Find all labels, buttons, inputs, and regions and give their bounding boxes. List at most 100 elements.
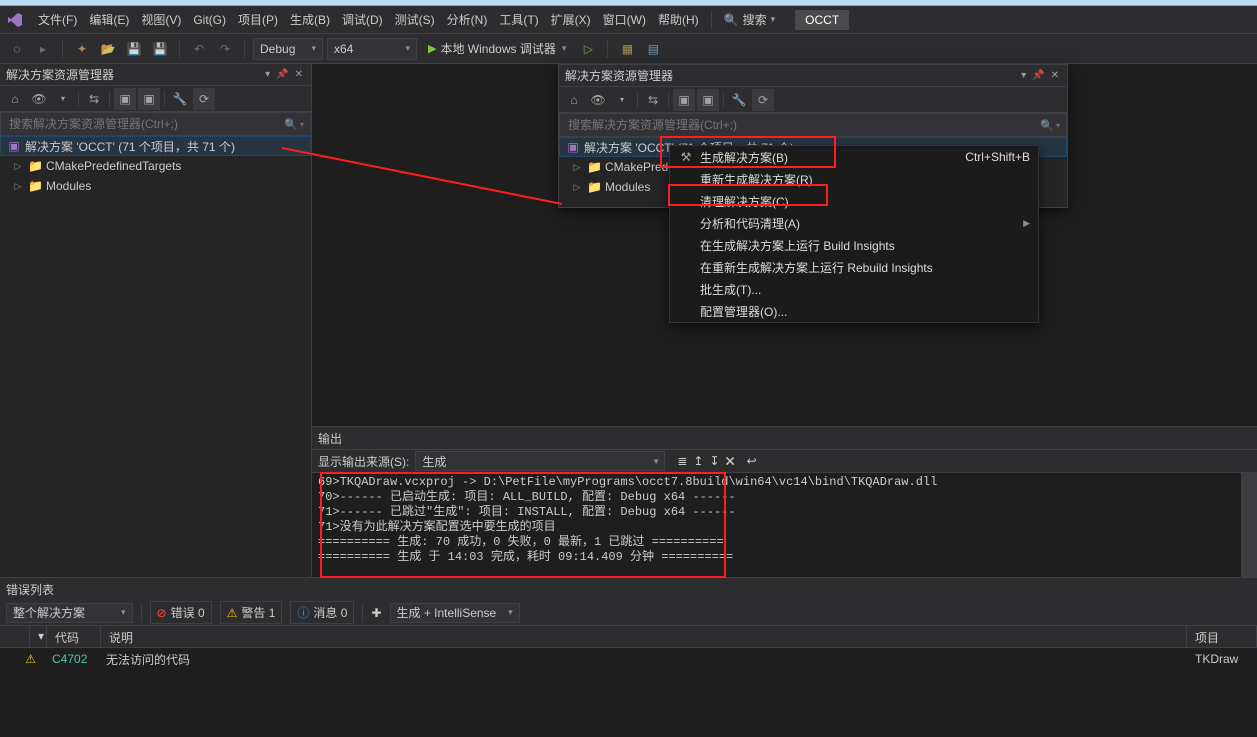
nav-back-button[interactable]: ◌ bbox=[6, 38, 28, 60]
panel-title-text: 解决方案资源管理器 bbox=[6, 66, 263, 83]
tool-button[interactable]: ▦ bbox=[616, 38, 638, 60]
start-nodebug-button[interactable]: ▷ bbox=[577, 38, 599, 60]
error-source-combo[interactable]: 生成 + IntelliSense▾ bbox=[390, 603, 520, 623]
menu-view[interactable]: 视图(V) bbox=[135, 7, 187, 32]
new-project-button[interactable]: ✦ bbox=[71, 38, 93, 60]
col-desc[interactable]: 说明 bbox=[101, 626, 1187, 647]
open-button[interactable]: 📂 bbox=[97, 38, 119, 60]
solution-search[interactable]: 🔍 ▾ bbox=[559, 113, 1067, 137]
error-row[interactable]: ⚠ C4702 无法访问的代码 TKDraw bbox=[0, 648, 1257, 670]
search-icon: 🔍 bbox=[284, 118, 298, 131]
menu-analyze[interactable]: 分析(N) bbox=[441, 7, 494, 32]
home-button[interactable]: ⌂ bbox=[4, 88, 26, 110]
output-text[interactable]: 69>TKQADraw.vcxproj -> D:\PetFile\myProg… bbox=[312, 473, 1241, 581]
ctx-config-manager[interactable]: 配置管理器(O)... bbox=[670, 300, 1038, 322]
menu-git[interactable]: Git(G) bbox=[187, 9, 232, 31]
output-goto-button[interactable]: ≣ bbox=[677, 454, 687, 468]
properties-button[interactable]: 🔧 bbox=[169, 88, 191, 110]
output-scrollbar[interactable] bbox=[1241, 473, 1257, 581]
solution-search[interactable]: 🔍 ▾ bbox=[0, 112, 311, 136]
platform-combo[interactable]: x64▾ bbox=[327, 38, 417, 60]
menu-project[interactable]: 项目(P) bbox=[232, 7, 284, 32]
solution-name-badge[interactable]: OCCT bbox=[795, 10, 849, 30]
properties-button[interactable]: 🔧 bbox=[728, 89, 750, 111]
output-prev-button[interactable]: ↥ bbox=[693, 454, 703, 468]
global-search[interactable]: 🔍 搜索 ▾ bbox=[718, 9, 786, 30]
menu-test[interactable]: 测试(S) bbox=[389, 7, 441, 32]
error-scope-value: 整个解决方案 bbox=[13, 604, 85, 621]
menu-help[interactable]: 帮助(H) bbox=[652, 7, 705, 32]
redo-button[interactable]: ↷ bbox=[214, 38, 236, 60]
menu-build[interactable]: 生成(B) bbox=[284, 7, 336, 32]
chevron-down-icon: ▾ bbox=[771, 14, 776, 25]
sync-button[interactable]: ⇆ bbox=[83, 88, 105, 110]
close-icon[interactable]: ✕ bbox=[1049, 68, 1061, 83]
menu-file[interactable]: 文件(F) bbox=[32, 7, 83, 32]
errors-filter-button[interactable]: ⊘错误 0 bbox=[150, 601, 212, 624]
error-code[interactable]: C4702 bbox=[44, 649, 98, 669]
menu-debug[interactable]: 调试(D) bbox=[336, 7, 389, 32]
pin-icon[interactable]: 📌 bbox=[1030, 68, 1046, 83]
ctx-rebuild-insights[interactable]: 在重新生成解决方案上运行 Rebuild Insights bbox=[670, 256, 1038, 278]
expand-icon[interactable]: ▷ bbox=[12, 161, 24, 172]
output-next-button[interactable]: ↧ bbox=[709, 454, 719, 468]
filter-button[interactable]: ✚ bbox=[371, 606, 381, 620]
solution-search-input[interactable] bbox=[566, 117, 1040, 133]
chevron-right-icon: ▶ bbox=[1023, 218, 1030, 229]
solution-root-node[interactable]: ▣ 解决方案 'OCCT' (71 个项目，共 71 个) bbox=[0, 136, 311, 156]
output-clear-button[interactable]: 🗙 bbox=[726, 451, 735, 472]
save-all-button[interactable]: 💾 bbox=[149, 38, 171, 60]
tree-node-label: Modules bbox=[605, 180, 650, 194]
expand-icon[interactable]: ▷ bbox=[571, 162, 583, 173]
show-all-button[interactable]: ▣ bbox=[673, 89, 695, 111]
output-source-combo[interactable]: 生成▾ bbox=[415, 451, 665, 471]
collapse-button[interactable]: ▣ bbox=[138, 88, 160, 110]
menu-edit[interactable]: 编辑(E) bbox=[83, 7, 135, 32]
messages-filter-button[interactable]: ⓘ消息 0 bbox=[290, 601, 354, 624]
config-combo[interactable]: Debug▾ bbox=[253, 38, 323, 60]
col-sort[interactable]: ▾ bbox=[30, 626, 47, 647]
dd-button[interactable]: ▾ bbox=[611, 89, 633, 111]
sync-button[interactable]: ⇆ bbox=[642, 89, 664, 111]
error-project: TKDraw bbox=[1187, 649, 1257, 669]
start-debug-button[interactable]: ▶本地 Windows 调试器▾ bbox=[421, 38, 573, 60]
switch-view-button[interactable]: 👁 bbox=[587, 89, 609, 111]
col-code[interactable]: 代码 bbox=[47, 626, 101, 647]
ctx-clean-solution[interactable]: 清理解决方案(C) bbox=[670, 190, 1038, 212]
tree-node-cmake[interactable]: ▷ 📁 CMakePredefinedTargets bbox=[0, 156, 311, 176]
collapse-button[interactable]: ▣ bbox=[697, 89, 719, 111]
warnings-filter-button[interactable]: ⚠警告 1 bbox=[220, 601, 283, 624]
pin-icon[interactable]: 📌 bbox=[274, 67, 290, 82]
preview-button[interactable]: ⟳ bbox=[752, 89, 774, 111]
ctx-build-insights[interactable]: 在生成解决方案上运行 Build Insights bbox=[670, 234, 1038, 256]
menu-separator bbox=[711, 11, 712, 29]
show-all-button[interactable]: ▣ bbox=[114, 88, 136, 110]
ctx-analyze[interactable]: 分析和代码清理(A)▶ bbox=[670, 212, 1038, 234]
tree-node-modules[interactable]: ▷ 📁 Modules bbox=[0, 176, 311, 196]
error-scope-combo[interactable]: 整个解决方案▾ bbox=[6, 603, 133, 623]
expand-icon[interactable]: ▷ bbox=[12, 181, 24, 192]
output-wrap-button[interactable]: ↩ bbox=[747, 454, 757, 468]
col-project[interactable]: 项目 bbox=[1187, 626, 1257, 647]
menu-window[interactable]: 窗口(W) bbox=[597, 7, 652, 32]
home-button[interactable]: ⌂ bbox=[563, 89, 585, 111]
menu-tools[interactable]: 工具(T) bbox=[493, 7, 544, 32]
preview-button[interactable]: ⟳ bbox=[193, 88, 215, 110]
close-icon[interactable]: ✕ bbox=[293, 67, 305, 82]
tool-button[interactable]: ▤ bbox=[642, 38, 664, 60]
expand-icon[interactable]: ▷ bbox=[571, 182, 583, 193]
undo-button[interactable]: ↶ bbox=[188, 38, 210, 60]
save-button[interactable]: 💾 bbox=[123, 38, 145, 60]
col-icon[interactable] bbox=[0, 626, 30, 647]
dd-button[interactable]: ▾ bbox=[52, 88, 74, 110]
nav-fwd-button[interactable]: ▸ bbox=[32, 38, 54, 60]
solution-search-input[interactable] bbox=[7, 116, 284, 132]
ctx-rebuild-solution[interactable]: 重新生成解决方案(R) bbox=[670, 168, 1038, 190]
ctx-build-solution[interactable]: ⚒生成解决方案(B) Ctrl+Shift+B bbox=[670, 146, 1038, 168]
menu-extensions[interactable]: 扩展(X) bbox=[545, 7, 597, 32]
switch-view-button[interactable]: 👁 bbox=[28, 88, 50, 110]
ctx-batch-build[interactable]: 批生成(T)... bbox=[670, 278, 1038, 300]
dropdown-icon[interactable]: ▾ bbox=[1019, 68, 1028, 83]
dropdown-icon[interactable]: ▾ bbox=[263, 67, 272, 82]
toolbar-sep bbox=[179, 40, 180, 58]
